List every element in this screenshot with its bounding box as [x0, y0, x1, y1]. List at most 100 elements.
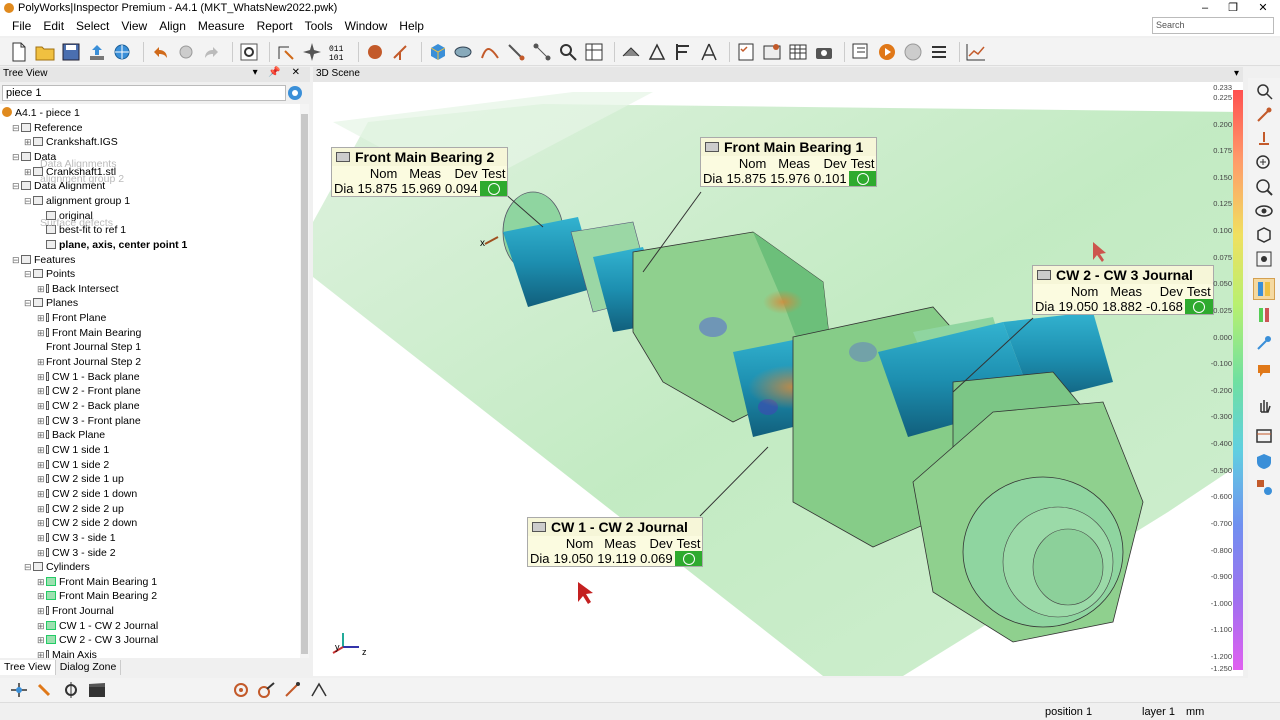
tab-tree-view[interactable]: Tree View [0, 660, 56, 675]
expand-toggle-icon[interactable]: ⊞ [37, 282, 46, 296]
tree-item[interactable]: ⊞ Front Main Bearing 2 [37, 589, 157, 603]
disabled-gear-icon[interactable] [175, 41, 197, 63]
piece-selector[interactable]: piece 1 [2, 85, 286, 101]
expand-toggle-icon[interactable]: ⊞ [37, 589, 46, 603]
menu-edit[interactable]: Edit [37, 19, 70, 33]
expand-toggle-icon[interactable]: ⊞ [37, 443, 46, 457]
camera-icon[interactable] [813, 41, 835, 63]
expand-toggle-icon[interactable]: ⊟ [24, 267, 33, 281]
piece-options-icon[interactable] [286, 84, 304, 102]
tree-item[interactable]: ⊟ Points [24, 267, 75, 281]
expand-toggle-icon[interactable]: ⊞ [37, 546, 46, 560]
expand-toggle-icon[interactable]: ⊞ [37, 531, 46, 545]
expand-toggle-icon[interactable]: ⊟ [12, 179, 21, 193]
display-settings-icon[interactable] [1253, 248, 1275, 270]
gauge-probe-icon[interactable] [60, 679, 82, 701]
units-selector[interactable]: mm [1186, 706, 1204, 718]
section-tool-icon[interactable] [620, 41, 642, 63]
expand-toggle-icon[interactable]: ⊟ [24, 194, 33, 208]
zoom-in-icon[interactable] [1253, 152, 1275, 174]
chart-icon[interactable] [965, 41, 987, 63]
probe-icon[interactable] [505, 41, 527, 63]
tree-item[interactable]: ⊞Front Journal Step 2 [37, 355, 141, 369]
tab-dialog-zone[interactable]: Dialog Zone [56, 660, 122, 675]
expand-toggle-icon[interactable]: ⊟ [12, 150, 21, 164]
tree-scrollbar-thumb[interactable] [301, 114, 308, 654]
expand-toggle-icon[interactable]: ⊞ [37, 502, 46, 516]
tree-item[interactable]: ⊞ CW 2 - Back plane [37, 399, 140, 413]
tree-item[interactable]: ⊞ CW 1 side 1 [37, 443, 109, 457]
checklist-icon[interactable] [735, 41, 757, 63]
tree-item[interactable]: ⊟ alignment group 1 [24, 194, 130, 208]
tree-item[interactable]: ⊞ CW 1 - Back plane [37, 370, 140, 384]
wrench-target-icon[interactable] [256, 679, 278, 701]
surface-curves-icon[interactable] [479, 41, 501, 63]
tree-item[interactable]: ⊞ CW 3 - side 1 [37, 531, 116, 545]
tree-item[interactable]: ⊞ Front Main Bearing 1 [37, 575, 157, 589]
stop-icon[interactable] [902, 41, 924, 63]
expand-toggle-icon[interactable]: ⊞ [37, 384, 46, 398]
expand-toggle-icon[interactable]: ⊞ [37, 370, 46, 384]
inspect-eye-icon[interactable] [453, 41, 475, 63]
tree-item[interactable]: ⊞ Main Axis [37, 648, 97, 658]
report-grid-icon[interactable] [583, 41, 605, 63]
axis-tool-icon[interactable] [390, 41, 412, 63]
shape-tools-icon[interactable] [1253, 476, 1275, 498]
tree-item[interactable]: plane, axis, center point 1 [37, 238, 187, 252]
tree-view-controls[interactable]: ▾ 📌 ✕ [253, 67, 304, 78]
tree-item[interactable]: ⊞ Back Plane [37, 428, 105, 442]
expand-toggle-icon[interactable]: ⊞ [37, 355, 46, 369]
tree-item[interactable]: ⊞ CW 2 side 1 down [37, 487, 137, 501]
settings-gear-icon[interactable] [238, 41, 260, 63]
table-icon[interactable] [787, 41, 809, 63]
tree-item[interactable]: ⊞ CW 3 - side 2 [37, 546, 116, 560]
close-button[interactable]: ✕ [1248, 0, 1278, 16]
tree-root[interactable]: A4.1 - piece 1 [2, 106, 80, 120]
measure-tool-icon[interactable] [1253, 128, 1275, 150]
scene-menu-icon[interactable]: ▾ [1234, 68, 1239, 79]
view-eye-icon[interactable] [1253, 200, 1275, 222]
tree-item[interactable]: ⊞ Front Main Bearing [37, 326, 141, 340]
zoom-fit-icon[interactable] [1253, 80, 1275, 102]
zoom-region-icon[interactable] [1253, 176, 1275, 198]
expand-toggle-icon[interactable]: ⊞ [37, 575, 46, 589]
menu-report[interactable]: Report [251, 19, 299, 33]
move-axis-icon[interactable] [8, 679, 30, 701]
position-selector[interactable]: position 1 [1045, 706, 1092, 718]
tree-item[interactable]: ⊞ Front Journal [37, 604, 114, 618]
select-probe-icon[interactable] [1253, 104, 1275, 126]
pick-object-icon[interactable] [275, 41, 297, 63]
expand-toggle-icon[interactable]: ⊞ [37, 399, 46, 413]
shield-check-icon[interactable] [1253, 450, 1275, 472]
open-folder-icon[interactable] [34, 41, 56, 63]
tree-item[interactable]: ⊞ CW 2 side 2 down [37, 516, 137, 530]
clapper-icon[interactable] [86, 679, 108, 701]
menu-file[interactable]: File [6, 19, 37, 33]
web-globe-icon[interactable] [112, 41, 134, 63]
star-burst-icon[interactable] [301, 41, 323, 63]
tree-item[interactable]: ⊟ Reference [12, 121, 82, 135]
annotation-tool-icon[interactable] [1253, 360, 1275, 382]
expand-toggle-icon[interactable]: ⊟ [24, 560, 33, 574]
expand-toggle-icon[interactable]: ⊞ [37, 414, 46, 428]
target-circle-icon[interactable] [230, 679, 252, 701]
gauge-tool-icon[interactable] [646, 41, 668, 63]
angle-tool-icon[interactable] [698, 41, 720, 63]
export-icon[interactable] [86, 41, 108, 63]
zoom-inspect-icon[interactable] [557, 41, 579, 63]
callout-cw1-cw2-journal[interactable]: CW 1 - CW 2 Journal Nom Meas Dev Test Dia 19… [527, 517, 704, 567]
maximize-button[interactable]: ❐ [1218, 0, 1248, 16]
tree-item[interactable]: Front Journal Step 1 [37, 340, 141, 354]
color-cube-icon[interactable] [427, 41, 449, 63]
tree-item[interactable]: ⊟ Features [12, 253, 75, 267]
expand-toggle-icon[interactable]: ⊞ [24, 165, 33, 179]
sequence-icon[interactable] [850, 41, 872, 63]
snapshot-table-icon[interactable] [761, 41, 783, 63]
expand-toggle-icon[interactable]: ⊟ [12, 253, 21, 267]
probe-arm-icon[interactable] [282, 679, 304, 701]
expand-toggle-icon[interactable]: ⊞ [37, 472, 46, 486]
menu-view[interactable]: View [115, 19, 153, 33]
tree-scrollbar[interactable] [300, 104, 309, 658]
layer-selector[interactable]: layer 1 [1142, 706, 1175, 718]
scan-arm-icon[interactable] [308, 679, 330, 701]
